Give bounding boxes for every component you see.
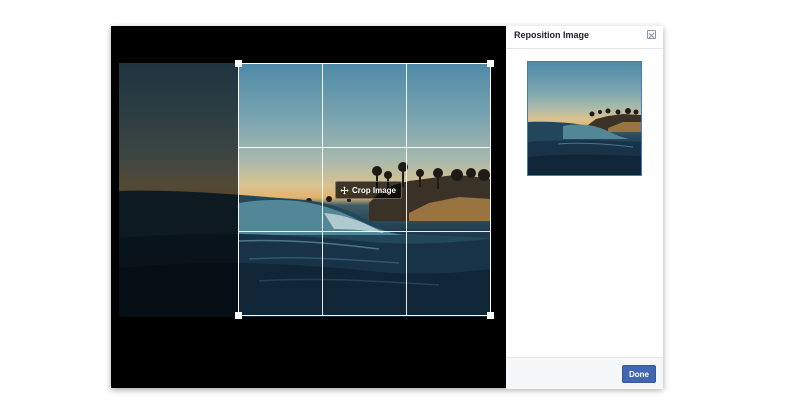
preview-scene <box>528 108 641 175</box>
crop-preview-thumbnail <box>527 61 642 176</box>
crop-handle-top-left[interactable] <box>235 60 242 67</box>
grid-line <box>322 64 323 315</box>
crop-handle-top-right[interactable] <box>487 60 494 67</box>
side-panel: Reposition Image Done <box>506 26 663 389</box>
reposition-image-dialog: Crop Image Reposition Image Done <box>111 26 663 389</box>
outside-crop-overlay <box>119 63 238 317</box>
done-button[interactable]: Done <box>622 365 656 383</box>
crop-handle-bottom-right[interactable] <box>487 312 494 319</box>
crop-image-text: Crop Image <box>352 185 397 195</box>
grid-line <box>239 147 490 148</box>
crop-image-label[interactable]: Crop Image <box>335 181 403 199</box>
crop-handle-bottom-left[interactable] <box>235 312 242 319</box>
image-stage: Crop Image <box>111 26 506 388</box>
grid-line <box>406 64 407 315</box>
move-arrows-icon <box>340 185 349 195</box>
grid-line <box>239 231 490 232</box>
crop-box[interactable]: Crop Image <box>235 60 494 319</box>
panel-header: Reposition Image <box>506 26 663 49</box>
close-button[interactable] <box>647 30 656 39</box>
close-icon <box>648 26 655 44</box>
dialog-title: Reposition Image <box>514 30 590 40</box>
panel-footer: Done <box>506 357 663 389</box>
